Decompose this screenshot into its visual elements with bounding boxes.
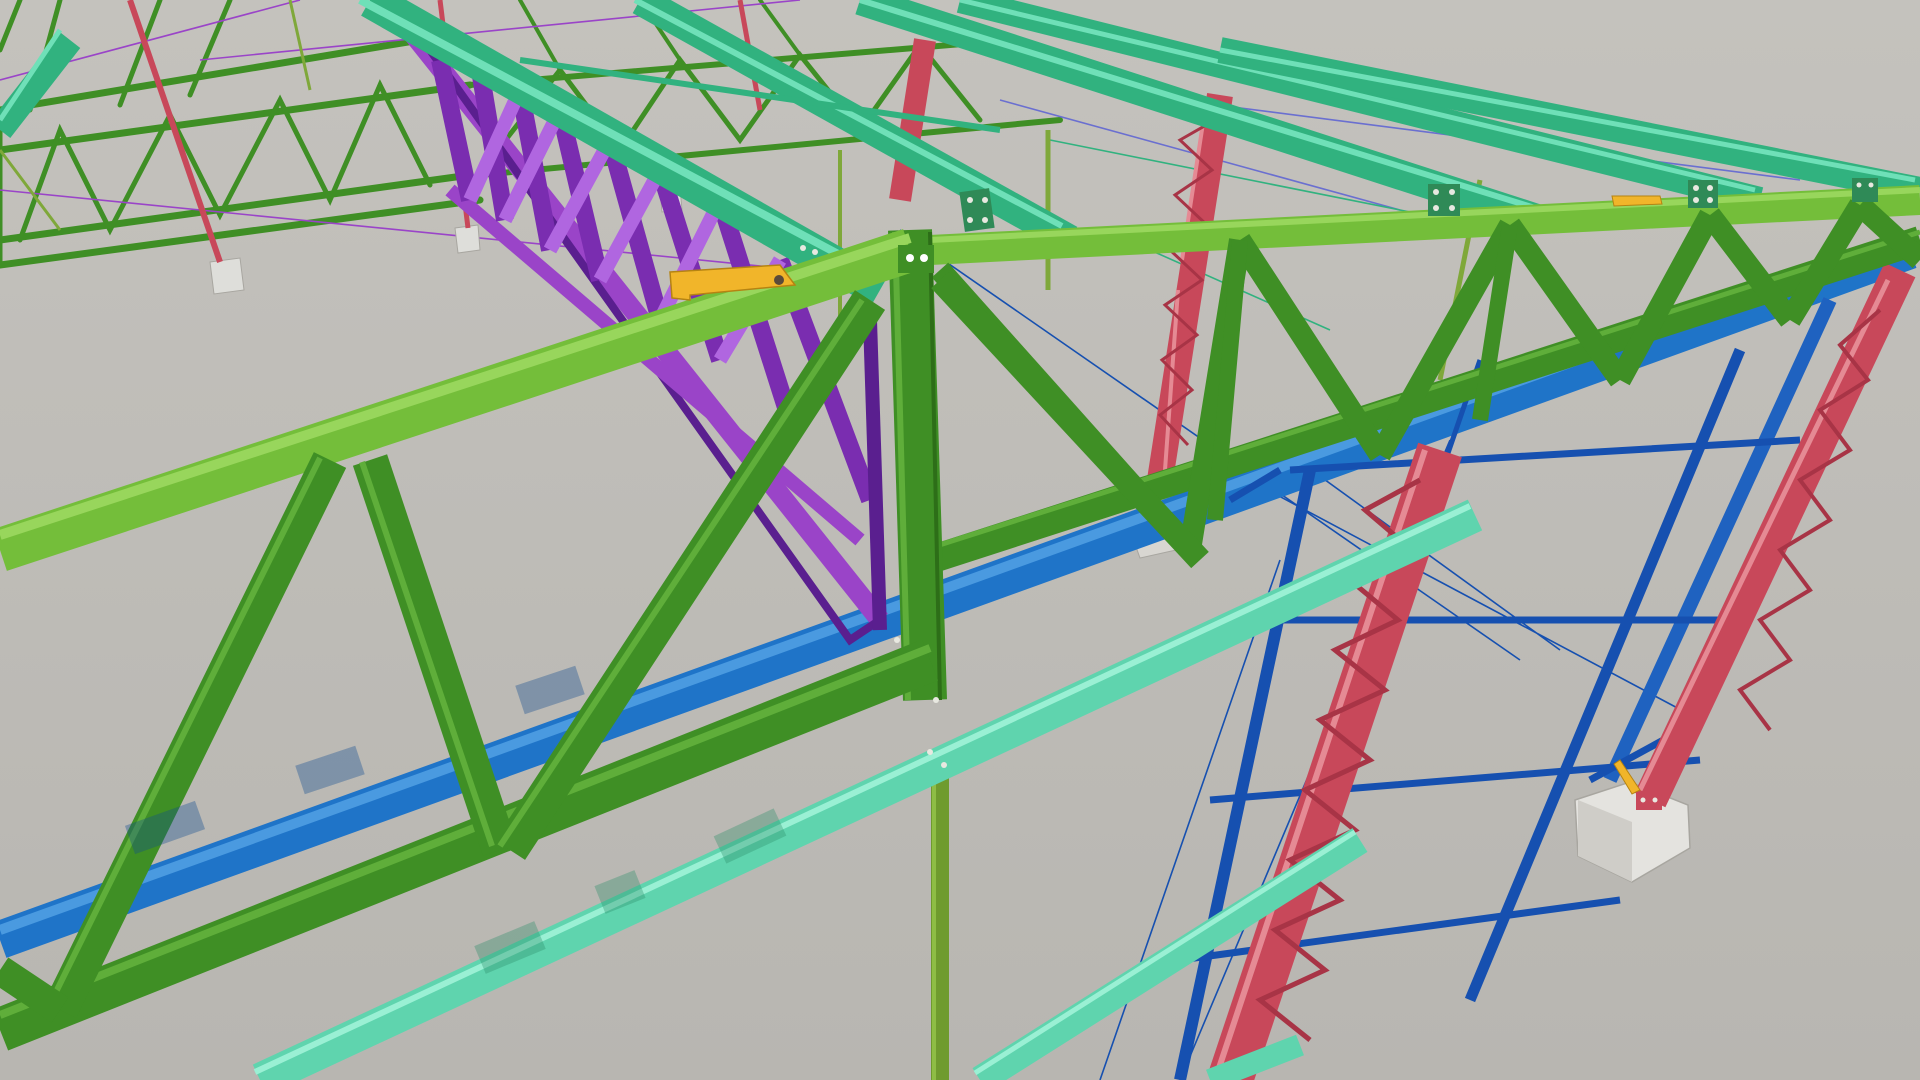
3d-viewport[interactable] [0,0,1920,1080]
bolt-plate-icon [1428,184,1460,216]
bolt-plate-icon [898,245,934,273]
bolt-plate-icon [1852,178,1878,202]
bolt-plate-icon [1688,180,1718,208]
footing-block-icon [209,257,245,295]
yellow-bracket-icon [1611,195,1663,207]
footing-block-icon [454,224,481,254]
central-post [888,229,947,701]
bolt-plate-icon [1636,792,1662,810]
bolt-plate-icon [959,188,995,232]
